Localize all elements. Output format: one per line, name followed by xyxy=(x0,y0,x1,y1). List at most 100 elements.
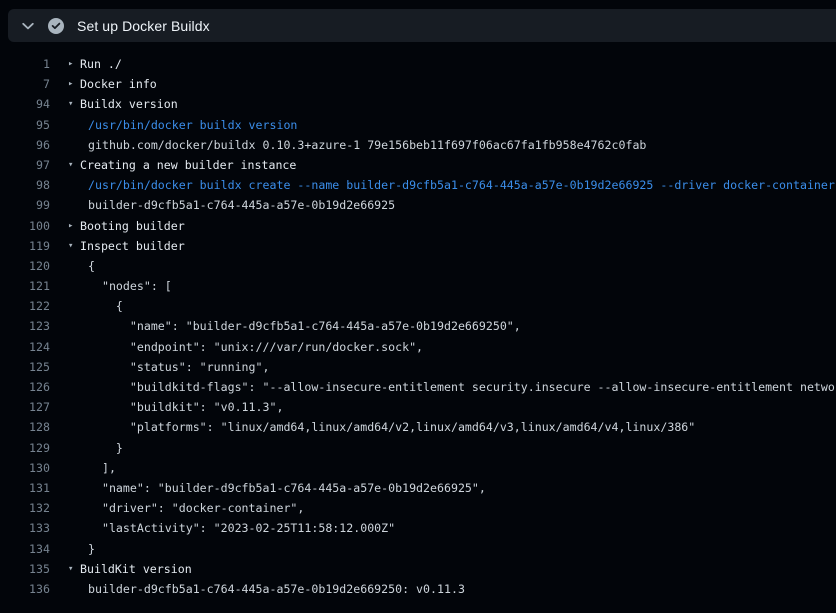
line-number[interactable]: 100 xyxy=(0,216,50,236)
log-line[interactable]: 1 ▸Run ./ xyxy=(0,54,836,74)
check-circle-icon xyxy=(48,18,64,34)
log-line: 129 } xyxy=(0,438,836,458)
arrow-spacer xyxy=(68,115,80,135)
group-collapse-icon[interactable]: ▾ xyxy=(68,236,80,256)
output-text: "driver": "docker-container", xyxy=(80,498,304,518)
group-expand-icon[interactable]: ▸ xyxy=(68,216,80,236)
command-text: /usr/bin/docker buildx create --name bui… xyxy=(80,175,835,195)
log-line: 125 "status": "running", xyxy=(0,357,836,377)
arrow-spacer xyxy=(68,478,80,498)
output-text: } xyxy=(80,539,95,559)
output-text: "platforms": "linux/amd64,linux/amd64/v2… xyxy=(80,417,695,437)
output-text: ], xyxy=(80,458,116,478)
line-number[interactable]: 124 xyxy=(0,337,50,357)
arrow-spacer xyxy=(68,337,80,357)
log-line[interactable]: 135 ▾BuildKit version xyxy=(0,559,836,579)
output-text: "nodes": [ xyxy=(80,276,172,296)
arrow-spacer xyxy=(68,175,80,195)
log-line: 98/usr/bin/docker buildx create --name b… xyxy=(0,175,836,195)
line-number[interactable]: 119 xyxy=(0,236,50,256)
line-number[interactable]: 96 xyxy=(0,135,50,155)
line-number[interactable]: 135 xyxy=(0,559,50,579)
arrow-spacer xyxy=(68,377,80,397)
log-line[interactable]: 119 ▾Inspect builder xyxy=(0,236,836,256)
line-number[interactable]: 121 xyxy=(0,276,50,296)
line-number[interactable]: 99 xyxy=(0,195,50,215)
line-number[interactable]: 120 xyxy=(0,256,50,276)
line-number[interactable]: 132 xyxy=(0,498,50,518)
group-title: BuildKit version xyxy=(80,559,192,579)
log-line: 123 "name": "builder-d9cfb5a1-c764-445a-… xyxy=(0,316,836,336)
output-text: "buildkitd-flags": "--allow-insecure-ent… xyxy=(80,377,836,397)
line-number[interactable]: 1 xyxy=(0,54,50,74)
group-title: Creating a new builder instance xyxy=(80,155,296,175)
line-number[interactable]: 94 xyxy=(0,94,50,114)
log-line: 133 "lastActivity": "2023-02-25T11:58:12… xyxy=(0,518,836,538)
log-line[interactable]: 7 ▸Docker info xyxy=(0,74,836,94)
group-title: Buildx version xyxy=(80,94,178,114)
output-text: "name": "builder-d9cfb5a1-c764-445a-a57e… xyxy=(80,478,486,498)
log-line: 136 builder-d9cfb5a1-c764-445a-a57e-0b19d… xyxy=(0,579,836,599)
group-collapse-icon[interactable]: ▾ xyxy=(68,559,80,579)
arrow-spacer xyxy=(68,296,80,316)
group-expand-icon[interactable]: ▸ xyxy=(68,74,80,94)
line-number[interactable]: 7 xyxy=(0,74,50,94)
line-number[interactable]: 122 xyxy=(0,296,50,316)
line-number[interactable]: 130 xyxy=(0,458,50,478)
group-expand-icon[interactable]: ▸ xyxy=(68,54,80,74)
log-line: 132 "driver": "docker-container", xyxy=(0,498,836,518)
arrow-spacer xyxy=(68,357,80,377)
arrow-spacer xyxy=(68,135,80,155)
line-number[interactable]: 97 xyxy=(0,155,50,175)
arrow-spacer xyxy=(68,397,80,417)
log-line: 122 { xyxy=(0,296,836,316)
output-text: } xyxy=(80,438,123,458)
arrow-spacer xyxy=(68,256,80,276)
line-number[interactable]: 123 xyxy=(0,316,50,336)
output-text: github.com/docker/buildx 0.10.3+azure-1 … xyxy=(80,135,646,155)
line-number[interactable]: 98 xyxy=(0,175,50,195)
log-line[interactable]: 97 ▾Creating a new builder instance xyxy=(0,155,836,175)
output-text: "lastActivity": "2023-02-25T11:58:12.000… xyxy=(80,518,395,538)
line-number[interactable]: 128 xyxy=(0,417,50,437)
group-title: Docker info xyxy=(80,74,157,94)
line-number[interactable]: 134 xyxy=(0,539,50,559)
output-text: { xyxy=(80,296,123,316)
command-text: /usr/bin/docker buildx version xyxy=(80,115,297,135)
group-collapse-icon[interactable]: ▾ xyxy=(68,94,80,114)
line-number[interactable]: 136 xyxy=(0,579,50,599)
log-line: 128 "platforms": "linux/amd64,linux/amd6… xyxy=(0,417,836,437)
arrow-spacer xyxy=(68,498,80,518)
line-number[interactable]: 129 xyxy=(0,438,50,458)
group-title: Inspect builder xyxy=(80,236,185,256)
arrow-spacer xyxy=(68,518,80,538)
arrow-spacer xyxy=(68,579,80,599)
log-line: 99 builder-d9cfb5a1-c764-445a-a57e-0b19d2… xyxy=(0,195,836,215)
output-text: builder-d9cfb5a1-c764-445a-a57e-0b19d2e6… xyxy=(80,579,465,599)
line-number[interactable]: 126 xyxy=(0,377,50,397)
log-line: 121 "nodes": [ xyxy=(0,276,836,296)
output-text: { xyxy=(80,256,95,276)
log-line: 130 ], xyxy=(0,458,836,478)
arrow-spacer xyxy=(68,316,80,336)
log-line: 120 { xyxy=(0,256,836,276)
group-title: Run ./ xyxy=(80,54,122,74)
log-line[interactable]: 100 ▸Booting builder xyxy=(0,216,836,236)
output-text: builder-d9cfb5a1-c764-445a-a57e-0b19d2e6… xyxy=(80,195,395,215)
step-header[interactable]: Set up Docker Buildx xyxy=(8,9,836,42)
log-line: 127 "buildkit": "v0.11.3", xyxy=(0,397,836,417)
chevron-down-icon[interactable] xyxy=(20,18,36,34)
output-text: "name": "builder-d9cfb5a1-c764-445a-a57e… xyxy=(80,316,521,336)
group-title: Booting builder xyxy=(80,216,185,236)
log-line[interactable]: 94 ▾Buildx version xyxy=(0,94,836,114)
log-line: 124 "endpoint": "unix:///var/run/docker.… xyxy=(0,337,836,357)
log-line: 126 "buildkitd-flags": "--allow-insecure… xyxy=(0,377,836,397)
line-number[interactable]: 131 xyxy=(0,478,50,498)
arrow-spacer xyxy=(68,195,80,215)
group-collapse-icon[interactable]: ▾ xyxy=(68,155,80,175)
line-number[interactable]: 95 xyxy=(0,115,50,135)
line-number[interactable]: 127 xyxy=(0,397,50,417)
line-number[interactable]: 133 xyxy=(0,518,50,538)
output-text: "buildkit": "v0.11.3", xyxy=(80,397,283,417)
line-number[interactable]: 125 xyxy=(0,357,50,377)
